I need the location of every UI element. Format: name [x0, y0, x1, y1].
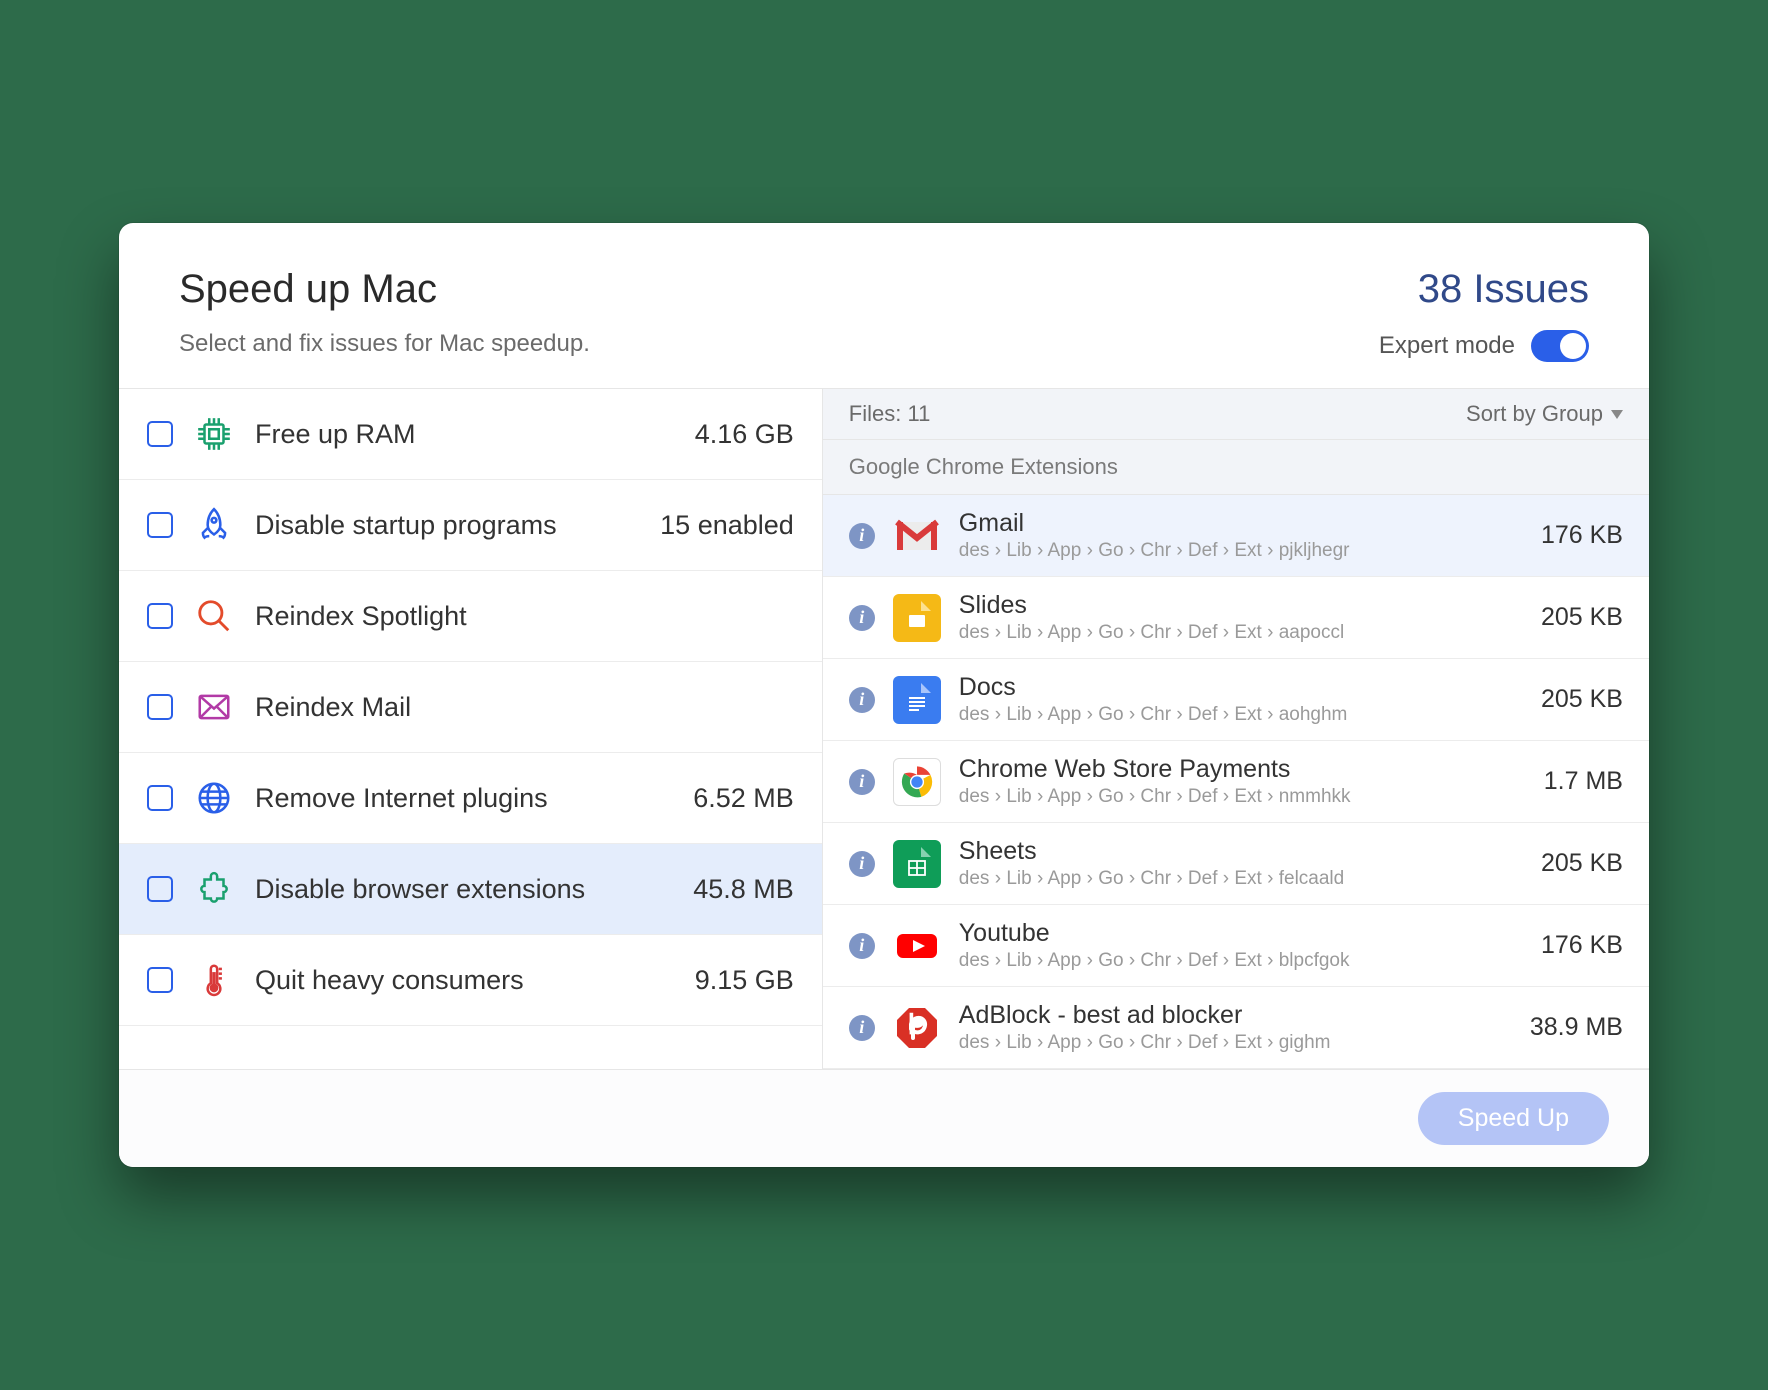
- file-path: des › Lib › App › Go › Chr › Def › Ext ›…: [959, 622, 1523, 644]
- page-subtitle: Select and fix issues for Mac speedup.: [179, 330, 590, 358]
- category-label: Free up RAM: [255, 419, 673, 450]
- category-heavy[interactable]: Quit heavy consumers 9.15 GB: [119, 935, 822, 1026]
- checkbox[interactable]: [147, 967, 173, 993]
- category-value: 9.15 GB: [695, 965, 794, 996]
- info-icon[interactable]: i: [849, 851, 875, 877]
- puzzle-icon: [195, 870, 233, 908]
- file-name: Youtube: [959, 919, 1523, 948]
- file-list-pane: Files: 11 Sort by Group Google Chrome Ex…: [823, 389, 1649, 1069]
- category-label: Disable startup programs: [255, 510, 638, 541]
- file-size: 205 KB: [1541, 849, 1623, 878]
- adblock-icon: [893, 1004, 941, 1052]
- file-row[interactable]: i Slides des › Lib › App › Go › Chr › De…: [823, 577, 1649, 659]
- sheets-icon: [893, 840, 941, 888]
- file-row[interactable]: i Youtube des › Lib › App › Go › Chr › D…: [823, 905, 1649, 987]
- file-path: des › Lib › App › Go › Chr › Def › Ext ›…: [959, 868, 1523, 890]
- category-free-ram[interactable]: Free up RAM 4.16 GB: [119, 389, 822, 480]
- group-header: Google Chrome Extensions: [823, 440, 1649, 495]
- category-value: 45.8 MB: [693, 874, 794, 905]
- chevron-down-icon: [1611, 410, 1623, 419]
- thermo-icon: [195, 961, 233, 999]
- info-icon[interactable]: i: [849, 769, 875, 795]
- file-size: 205 KB: [1541, 603, 1623, 632]
- app-window: Speed up Mac Select and fix issues for M…: [119, 223, 1649, 1167]
- gmail-icon: [893, 512, 941, 560]
- docs-icon: [893, 676, 941, 724]
- file-name: Docs: [959, 673, 1523, 702]
- expert-mode-label: Expert mode: [1379, 332, 1515, 360]
- sort-label-text: Sort by Group: [1466, 401, 1603, 427]
- category-plugins[interactable]: Remove Internet plugins 6.52 MB: [119, 753, 822, 844]
- file-path: des › Lib › App › Go › Chr › Def › Ext ›…: [959, 1032, 1512, 1054]
- info-icon[interactable]: i: [849, 605, 875, 631]
- file-row[interactable]: i AdBlock - best ad blocker des › Lib › …: [823, 987, 1649, 1069]
- file-path: des › Lib › App › Go › Chr › Def › Ext ›…: [959, 704, 1523, 726]
- chrome-icon: [893, 758, 941, 806]
- checkbox[interactable]: [147, 421, 173, 447]
- issues-count: 38 Issues: [1379, 267, 1589, 312]
- speed-up-button[interactable]: Speed Up: [1418, 1092, 1609, 1145]
- checkbox[interactable]: [147, 876, 173, 902]
- file-name: Slides: [959, 591, 1523, 620]
- file-size: 205 KB: [1541, 685, 1623, 714]
- file-size: 176 KB: [1541, 931, 1623, 960]
- file-row[interactable]: i Chrome Web Store Payments des › Lib › …: [823, 741, 1649, 823]
- info-icon[interactable]: i: [849, 687, 875, 713]
- checkbox[interactable]: [147, 785, 173, 811]
- category-value: 6.52 MB: [693, 783, 794, 814]
- file-row[interactable]: i Sheets des › Lib › App › Go › Chr › De…: [823, 823, 1649, 905]
- file-size: 38.9 MB: [1530, 1013, 1623, 1042]
- file-name: Gmail: [959, 509, 1523, 538]
- chip-icon: [195, 415, 233, 453]
- category-label: Quit heavy consumers: [255, 965, 673, 996]
- checkbox[interactable]: [147, 512, 173, 538]
- checkbox[interactable]: [147, 603, 173, 629]
- main-body: Free up RAM 4.16 GB Disable startup prog…: [119, 389, 1649, 1069]
- checkbox[interactable]: [147, 694, 173, 720]
- file-path: des › Lib › App › Go › Chr › Def › Ext ›…: [959, 950, 1523, 972]
- file-name: Sheets: [959, 837, 1523, 866]
- file-path: des › Lib › App › Go › Chr › Def › Ext ›…: [959, 786, 1526, 808]
- category-mail[interactable]: Reindex Mail: [119, 662, 822, 753]
- category-startup[interactable]: Disable startup programs 15 enabled: [119, 480, 822, 571]
- file-path: des › Lib › App › Go › Chr › Def › Ext ›…: [959, 540, 1523, 562]
- mail-icon: [195, 688, 233, 726]
- footer-bar: Speed Up: [119, 1069, 1649, 1167]
- category-label: Reindex Spotlight: [255, 601, 772, 632]
- file-size: 1.7 MB: [1544, 767, 1623, 796]
- file-row[interactable]: i Docs des › Lib › App › Go › Chr › Def …: [823, 659, 1649, 741]
- category-label: Reindex Mail: [255, 692, 772, 723]
- file-name: AdBlock - best ad blocker: [959, 1001, 1512, 1030]
- search-icon: [195, 597, 233, 635]
- files-count: Files: 11: [849, 401, 931, 427]
- file-size: 176 KB: [1541, 521, 1623, 550]
- youtube-icon: [893, 922, 941, 970]
- category-spotlight[interactable]: Reindex Spotlight: [119, 571, 822, 662]
- category-label: Disable browser extensions: [255, 874, 671, 905]
- category-label: Remove Internet plugins: [255, 783, 671, 814]
- info-icon[interactable]: i: [849, 523, 875, 549]
- slides-icon: [893, 594, 941, 642]
- info-icon[interactable]: i: [849, 1015, 875, 1041]
- file-name: Chrome Web Store Payments: [959, 755, 1526, 784]
- category-value: 15 enabled: [660, 510, 794, 541]
- page-title: Speed up Mac: [179, 267, 590, 312]
- header-bar: Speed up Mac Select and fix issues for M…: [119, 223, 1649, 389]
- category-list: Free up RAM 4.16 GB Disable startup prog…: [119, 389, 823, 1069]
- expert-mode-toggle[interactable]: [1531, 330, 1589, 362]
- files-header: Files: 11 Sort by Group: [823, 389, 1649, 440]
- sort-dropdown[interactable]: Sort by Group: [1466, 401, 1623, 427]
- globe-icon: [195, 779, 233, 817]
- category-value: 4.16 GB: [695, 419, 794, 450]
- file-row[interactable]: i Gmail des › Lib › App › Go › Chr › Def…: [823, 495, 1649, 577]
- category-extensions[interactable]: Disable browser extensions 45.8 MB: [119, 844, 822, 935]
- rocket-icon: [195, 506, 233, 544]
- info-icon[interactable]: i: [849, 933, 875, 959]
